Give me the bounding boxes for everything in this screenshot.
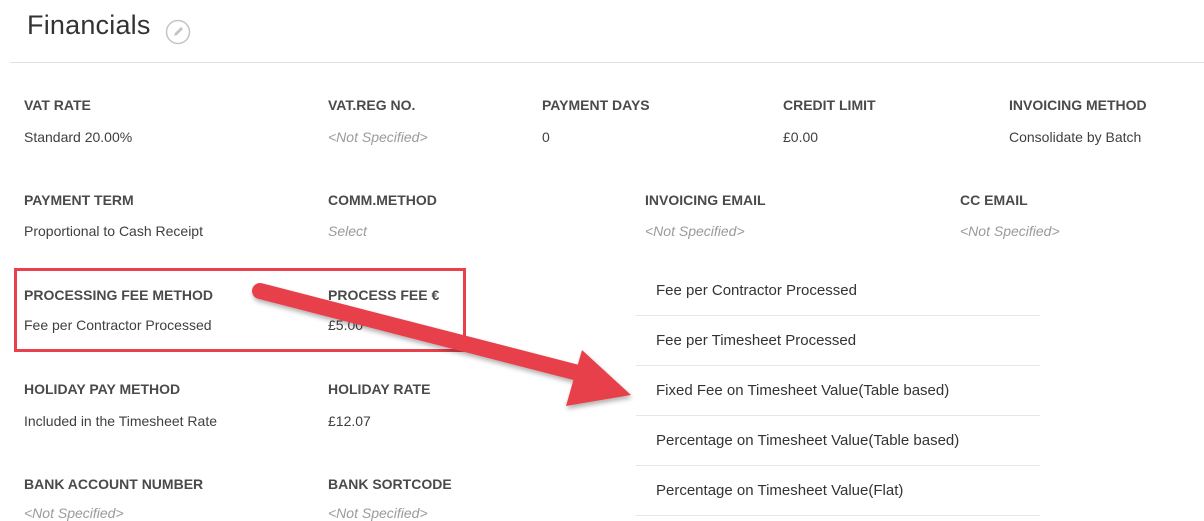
credit-limit-label: CREDIT LIMIT <box>783 97 876 113</box>
holiday-pay-method-value: Included in the Timesheet Rate <box>24 413 218 429</box>
vat-reg-no-label: VAT.REG NO. <box>328 97 416 113</box>
invoicing-method-label: INVOICING METHOD <box>1009 97 1147 113</box>
payment-term-value: Proportional to Cash Receipt <box>24 223 203 239</box>
dropdown-option[interactable]: Percentage on Timesheet Value(Flat) <box>636 466 1040 516</box>
pencil-icon[interactable] <box>165 19 191 45</box>
dropdown-option[interactable]: Fee per Contractor Processed <box>636 266 1040 316</box>
bank-sortcode-label: BANK SORTCODE <box>328 476 452 492</box>
dropdown-option[interactable]: Fixed Fee on Timesheet Value(Table based… <box>636 366 1040 416</box>
credit-limit-value: £0.00 <box>783 129 819 145</box>
vat-reg-no-value: <Not Specified> <box>328 129 428 145</box>
vat-rate-value: Standard 20.00% <box>24 129 133 145</box>
invoicing-email-value: <Not Specified> <box>645 223 745 239</box>
cc-email-label: CC EMAIL <box>960 192 1028 208</box>
fee-method-dropdown: Fee per Contractor Processed Fee per Tim… <box>636 266 1040 521</box>
vat-rate-label: VAT RATE <box>24 97 91 113</box>
highlight-box <box>14 268 466 352</box>
holiday-pay-method-label: HOLIDAY PAY METHOD <box>24 381 181 397</box>
dropdown-option[interactable]: Fee per Timesheet Processed <box>636 316 1040 366</box>
bank-account-number-label: BANK ACCOUNT NUMBER <box>24 476 204 492</box>
payment-term-label: PAYMENT TERM <box>24 192 134 208</box>
dropdown-option[interactable]: Percentage on Timesheet Value(Table base… <box>636 416 1040 466</box>
page-title: Financials <box>27 10 151 40</box>
payment-days-value: 0 <box>542 129 550 145</box>
header-divider <box>10 62 1204 63</box>
holiday-rate-label: HOLIDAY RATE <box>328 381 431 397</box>
invoicing-email-label: INVOICING EMAIL <box>645 192 766 208</box>
bank-account-number-value: <Not Specified> <box>24 505 124 521</box>
comm-method-label: COMM.METHOD <box>328 192 437 208</box>
bank-sortcode-value: <Not Specified> <box>328 505 428 521</box>
payment-days-label: PAYMENT DAYS <box>542 97 650 113</box>
invoicing-method-value: Consolidate by Batch <box>1009 129 1142 145</box>
comm-method-value: Select <box>328 223 367 239</box>
cc-email-value: <Not Specified> <box>960 223 1060 239</box>
holiday-rate-value: £12.07 <box>328 413 371 429</box>
